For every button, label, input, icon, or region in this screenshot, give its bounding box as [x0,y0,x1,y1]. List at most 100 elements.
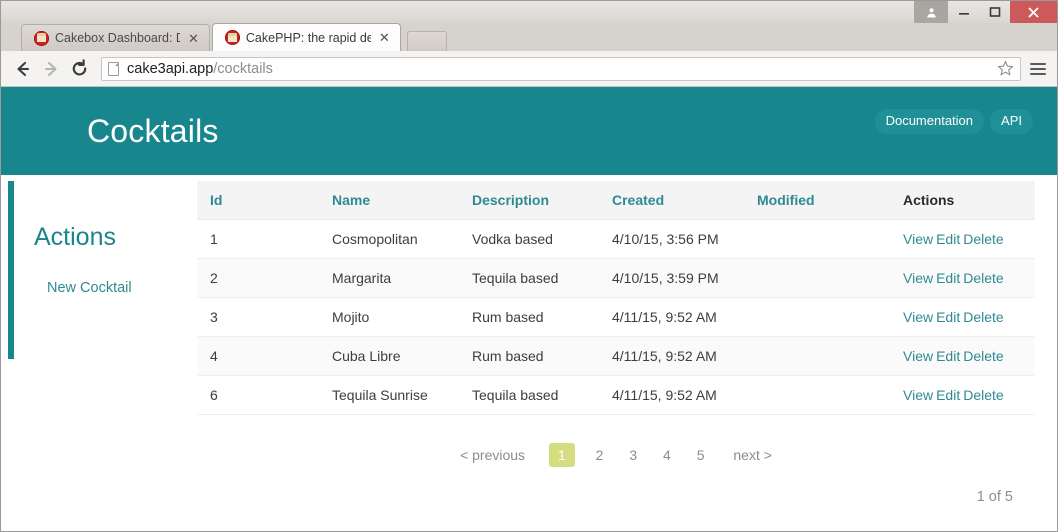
nav-link-api[interactable]: API [990,109,1033,134]
cell-name: Mojito [332,298,472,337]
row-action-view[interactable]: View [903,231,933,247]
column-header-actions: Actions [897,181,1035,220]
forward-arrow-icon [42,60,60,78]
sidebar-heading: Actions [34,223,197,252]
cell-description: Vodka based [472,220,612,259]
paginator-page-1-current[interactable]: 1 [549,443,575,467]
table-body: 1 Cosmopolitan Vodka based 4/10/15, 3:56… [197,220,1035,415]
main-content: Id Name Description Created [197,181,1057,531]
cell-id: 4 [197,337,332,376]
browser-tab-cakebox-dashboard[interactable]: Cakebox Dashboard: Dash ✕ [21,24,210,51]
row-action-edit[interactable]: Edit [936,387,960,403]
cell-created: 4/10/15, 3:59 PM [612,259,757,298]
row-action-view[interactable]: View [903,387,933,403]
sort-link-modified[interactable]: Modified [757,192,815,208]
sort-link-description[interactable]: Description [472,192,549,208]
page-title: Cocktails [87,113,219,150]
address-bar[interactable]: cake3api.app/cocktails [101,57,1021,81]
cocktails-table: Id Name Description Created [197,181,1035,415]
cell-name: Margarita [332,259,472,298]
paginator: < previous 1 2 3 4 5 next > [197,415,1035,467]
window-controls [914,1,1057,23]
cell-description: Tequila based [472,259,612,298]
cell-created: 4/11/15, 9:52 AM [612,376,757,415]
cell-description: Tequila based [472,376,612,415]
cell-modified [757,298,897,337]
row-action-delete[interactable]: Delete [963,309,1003,325]
table-row: 1 Cosmopolitan Vodka based 4/10/15, 3:56… [197,220,1035,259]
row-action-delete[interactable]: Delete [963,387,1003,403]
content-row: Actions New Cocktail Id [1,175,1057,531]
paginator-previous[interactable]: < previous [460,447,525,463]
new-tab-button[interactable] [407,31,447,51]
browser-menu-button[interactable] [1027,63,1049,75]
browser-tab-cakephp[interactable]: CakePHP: the rapid develo ✕ [212,23,401,51]
profile-button[interactable] [914,1,948,23]
table-row: 2 Margarita Tequila based 4/10/15, 3:59 … [197,259,1035,298]
reload-button[interactable] [65,55,93,83]
table-header-row: Id Name Description Created [197,181,1035,220]
back-button[interactable] [9,55,37,83]
cell-created: 4/11/15, 9:52 AM [612,298,757,337]
cell-modified [757,337,897,376]
column-header-created: Created [612,181,757,220]
row-action-edit[interactable]: Edit [936,231,960,247]
row-action-edit[interactable]: Edit [936,270,960,286]
maximize-icon [989,6,1001,18]
cell-modified [757,220,897,259]
cell-id: 2 [197,259,332,298]
row-action-delete[interactable]: Delete [963,270,1003,286]
sidebar-item-new-cocktail[interactable]: New Cocktail [1,280,197,296]
user-avatar-icon [926,7,937,18]
paginator-page-3[interactable]: 3 [629,447,637,463]
row-action-view[interactable]: View [903,270,933,286]
paginator-page-5[interactable]: 5 [697,447,705,463]
paginator-next[interactable]: next > [733,447,772,463]
paginator-page-2[interactable]: 2 [596,447,604,463]
minimize-button[interactable] [948,1,979,23]
sort-link-name[interactable]: Name [332,192,370,208]
browser-toolbar: cake3api.app/cocktails [1,51,1057,87]
tab-close-icon[interactable]: ✕ [377,30,392,45]
url-host: cake3api.app [127,61,213,77]
cell-name: Cosmopolitan [332,220,472,259]
sidebar-accent-border [8,181,14,359]
tab-close-icon[interactable]: ✕ [186,31,201,46]
row-action-edit[interactable]: Edit [936,348,960,364]
row-action-view[interactable]: View [903,348,933,364]
cell-id: 3 [197,298,332,337]
list-item: New Cocktail [1,280,197,296]
maximize-button[interactable] [979,1,1010,23]
nav-link-documentation[interactable]: Documentation [875,109,984,134]
close-icon [1027,6,1040,19]
url-path: /cocktails [213,61,273,77]
bookmark-star-button[interactable] [991,60,1014,77]
cell-actions: ViewEditDelete [897,376,1035,415]
cell-actions: ViewEditDelete [897,298,1035,337]
reload-icon [70,59,89,78]
tab-title: CakePHP: the rapid develo [246,31,371,45]
row-action-view[interactable]: View [903,309,933,325]
row-action-edit[interactable]: Edit [936,309,960,325]
cell-actions: ViewEditDelete [897,337,1035,376]
page-viewport: Cocktails Documentation API Actions New … [1,87,1057,531]
cell-modified [757,259,897,298]
row-action-delete[interactable]: Delete [963,231,1003,247]
minimize-icon [958,6,970,18]
paginator-page-4[interactable]: 4 [663,447,671,463]
back-arrow-icon [14,60,32,78]
app-header: Cocktails Documentation API [1,87,1057,175]
close-window-button[interactable] [1010,1,1057,23]
table-row: 4 Cuba Libre Rum based 4/11/15, 9:52 AM … [197,337,1035,376]
cell-actions: ViewEditDelete [897,259,1035,298]
sort-link-id[interactable]: Id [210,192,222,208]
cell-actions: ViewEditDelete [897,220,1035,259]
forward-button[interactable] [37,55,65,83]
row-action-delete[interactable]: Delete [963,348,1003,364]
star-icon [997,60,1014,77]
sidebar: Actions New Cocktail [1,181,197,531]
sort-link-created[interactable]: Created [612,192,664,208]
menu-bar-3 [1030,73,1046,75]
cell-modified [757,376,897,415]
cell-name: Cuba Libre [332,337,472,376]
